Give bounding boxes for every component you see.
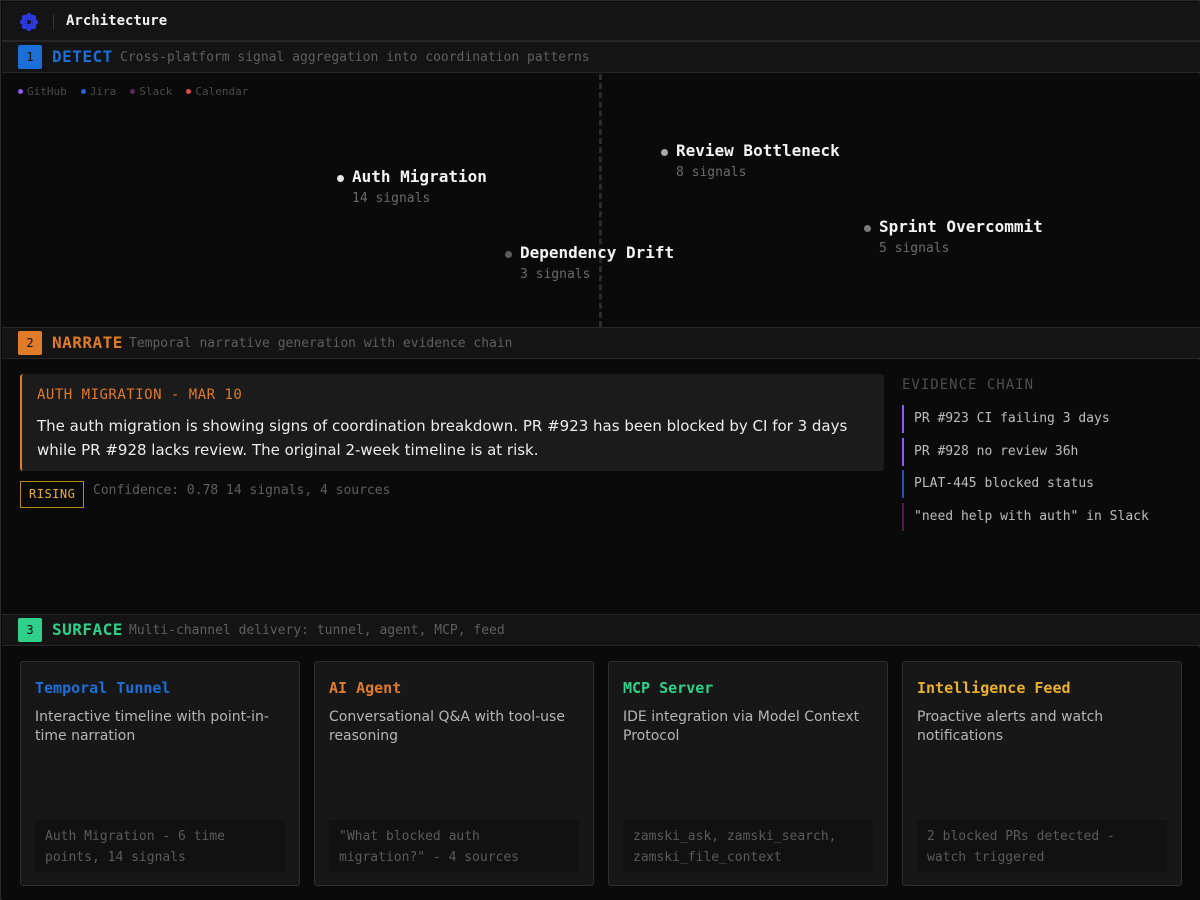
evidence-item[interactable]: "need help with auth" in Slack	[902, 503, 1149, 531]
time-divider	[599, 74, 602, 327]
stage-title: NARRATE	[52, 333, 123, 352]
stage-title: SURFACE	[52, 620, 123, 639]
evidence-item[interactable]: PR #923 CI failing 3 days	[902, 405, 1110, 433]
narrate-panel: AUTH MIGRATION - MAR 10 The auth migrati…	[2, 360, 1200, 614]
cluster-name: Auth Migration	[352, 167, 487, 186]
flower-gear-icon	[19, 12, 39, 32]
stage-description: Multi-channel delivery: tunnel, agent, M…	[129, 623, 505, 638]
status-badge: RISING	[20, 481, 85, 508]
channel-title: AI Agent	[329, 679, 402, 697]
legend-item-calendar: Calendar	[186, 85, 248, 98]
channel-example: 2 blocked PRs detected - watch triggered	[917, 820, 1167, 872]
channel-title: Intelligence Feed	[917, 679, 1071, 697]
stage-number-badge: 1	[18, 45, 42, 69]
channel-example: Auth Migration - 6 time points, 14 signa…	[35, 820, 285, 872]
cluster-signal-count: 8 signals	[676, 165, 747, 180]
detect-cluster-map: GitHub Jira Slack Calendar Auth Migratio…	[2, 74, 1200, 327]
channel-description: IDE integration via Model Context Protoc…	[623, 709, 860, 744]
stage-number-badge: 3	[18, 618, 42, 642]
stage-header-narrate: 2 NARRATE Temporal narrative generation …	[2, 327, 1200, 359]
legend-item-slack: Slack	[130, 85, 172, 98]
channel-card-mcp-server[interactable]: MCP Server IDE integration via Model Con…	[608, 661, 888, 886]
cluster-dot-icon	[864, 225, 871, 232]
cluster-dot-icon	[661, 149, 668, 156]
title-bar: Architecture	[2, 2, 1200, 41]
narrative-card[interactable]: AUTH MIGRATION - MAR 10 The auth migrati…	[20, 374, 884, 471]
cluster-signal-count: 3 signals	[520, 267, 591, 282]
title-separator	[53, 14, 54, 30]
legend-dot-icon	[186, 89, 192, 94]
stage-description: Temporal narrative generation with evide…	[129, 336, 513, 351]
cluster-name: Review Bottleneck	[676, 141, 840, 160]
channel-title: MCP Server	[623, 679, 714, 697]
channel-example: "What blocked auth migration?" - 4 sourc…	[329, 820, 579, 872]
confidence-text: Confidence: 0.78 14 signals, 4 sources	[93, 483, 391, 498]
channel-card-ai-agent[interactable]: AI Agent Conversational Q&A with tool-us…	[314, 661, 594, 886]
channel-title: Temporal Tunnel	[35, 679, 171, 697]
cluster-name: Dependency Drift	[520, 243, 675, 262]
legend-label: Jira	[89, 85, 117, 98]
narrative-heading: AUTH MIGRATION - MAR 10	[37, 387, 243, 403]
page-title: Architecture	[66, 13, 168, 29]
cluster-signal-count: 5 signals	[879, 241, 950, 256]
evidence-item[interactable]: PR #928 no review 36h	[902, 438, 1078, 466]
channel-description: Proactive alerts and watch notifications	[917, 709, 1104, 744]
legend-label: Slack	[139, 85, 173, 98]
cluster-name: Sprint Overcommit	[879, 217, 1043, 236]
channel-example: zamski_ask, zamski_search, zamski_file_c…	[623, 820, 873, 872]
evidence-item[interactable]: PLAT-445 blocked status	[902, 470, 1094, 498]
legend-item-jira: Jira	[80, 85, 117, 98]
surface-channels: Temporal Tunnel Interactive timeline wit…	[2, 647, 1200, 900]
channel-description: Interactive timeline with point-in-time …	[35, 709, 269, 744]
app-window: Architecture 1 DETECT Cross-platform sig…	[0, 0, 1200, 900]
cluster-dot-icon	[505, 251, 512, 258]
legend-dot-icon	[18, 89, 23, 94]
legend-label: Calendar	[195, 85, 249, 98]
narrative-body: The auth migration is showing signs of c…	[37, 417, 848, 459]
stage-description: Cross-platform signal aggregation into c…	[120, 50, 590, 65]
legend-dot-icon	[130, 89, 136, 94]
stage-number-badge: 2	[18, 331, 42, 355]
stage-header-detect: 1 DETECT Cross-platform signal aggregati…	[2, 41, 1200, 73]
signal-legend: GitHub Jira Slack Calendar	[18, 85, 248, 98]
channel-description: Conversational Q&A with tool-use reasoni…	[329, 709, 565, 744]
stage-title: DETECT	[52, 47, 113, 66]
channel-card-intelligence-feed[interactable]: Intelligence Feed Proactive alerts and w…	[902, 661, 1182, 886]
legend-item-github: GitHub	[18, 85, 67, 98]
cluster-dot-icon	[337, 175, 344, 182]
channel-card-temporal-tunnel[interactable]: Temporal Tunnel Interactive timeline wit…	[20, 661, 300, 886]
legend-dot-icon	[80, 89, 86, 94]
cluster-signal-count: 14 signals	[352, 191, 431, 206]
legend-label: GitHub	[27, 85, 67, 98]
evidence-chain-title: EVIDENCE CHAIN	[902, 377, 1035, 393]
stage-header-surface: 3 SURFACE Multi-channel delivery: tunnel…	[2, 614, 1200, 646]
